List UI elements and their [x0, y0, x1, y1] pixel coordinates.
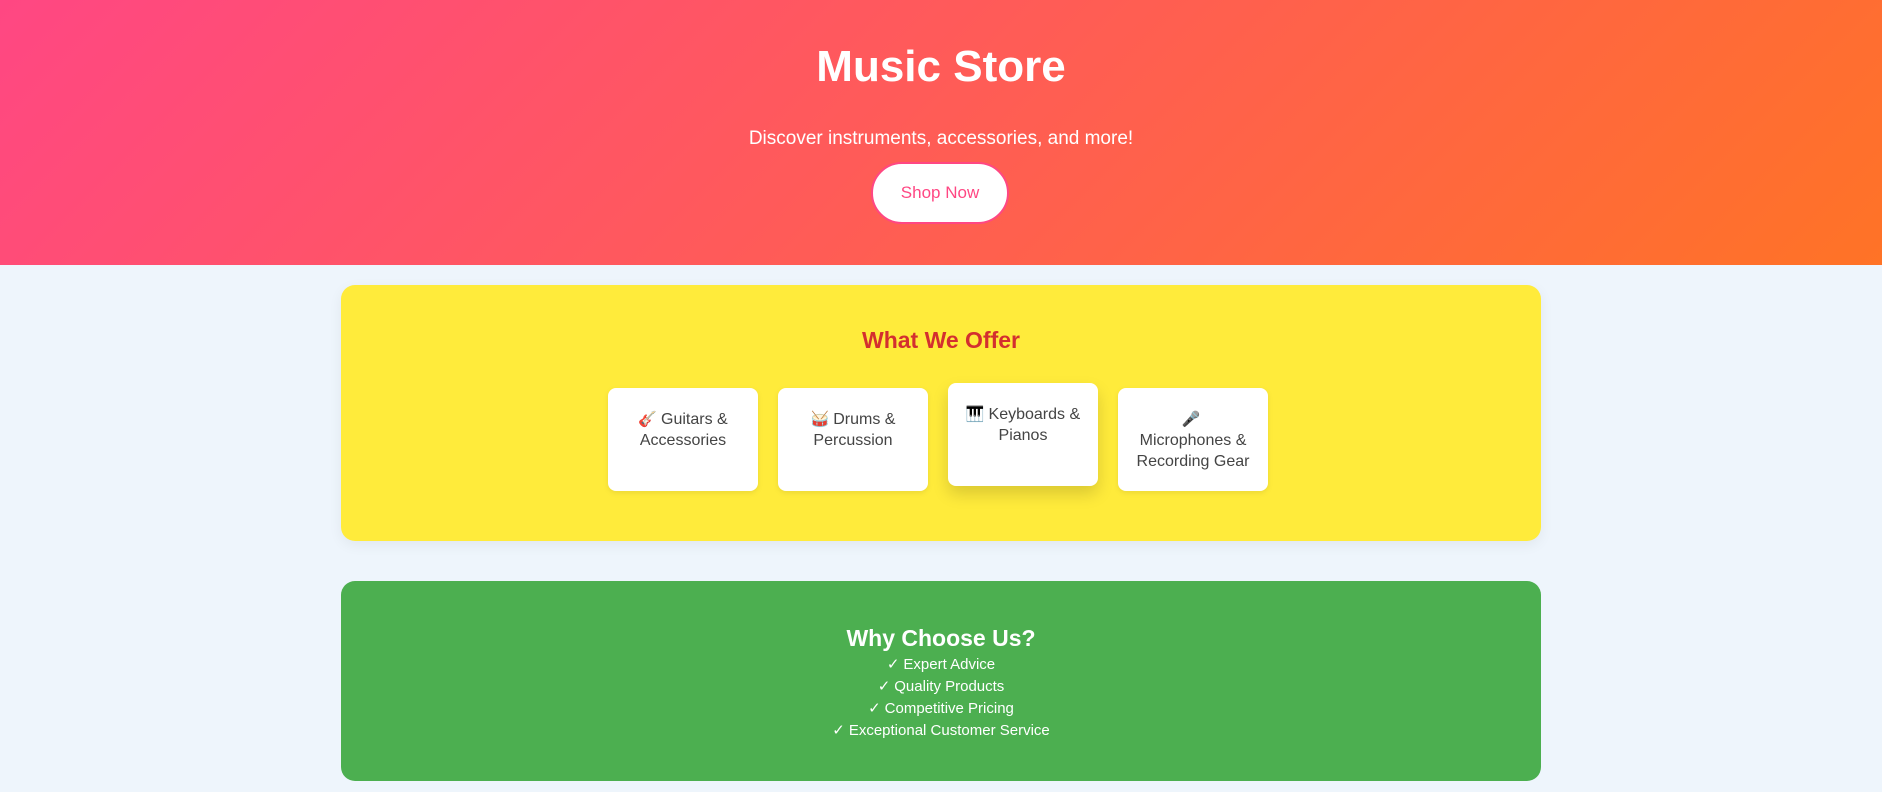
- guitar-icon: 🎸: [638, 411, 657, 428]
- benefits-list: ✓ Expert Advice ✓ Quality Products ✓ Compet…: [341, 654, 1541, 742]
- list-item: ✓ Expert Advice: [886, 656, 996, 673]
- list-item: ✓ Quality Products: [877, 678, 1005, 695]
- list-item: ✓ Exceptional Customer Service: [832, 722, 1050, 739]
- drum-icon: 🥁: [810, 411, 830, 428]
- hero-subtitle: Discover instruments, accessories, and m…: [748, 128, 1134, 149]
- checkmark-icon: ✓: [868, 700, 881, 717]
- offer-card-microphones[interactable]: 🎤 Microphones & Recording Gear: [1118, 388, 1268, 491]
- checkmark-icon: ✓: [886, 656, 900, 673]
- checkmark-icon: ✓: [877, 678, 891, 695]
- offer-card-keyboards[interactable]: 🎹 Keyboards & Pianos: [948, 383, 1098, 486]
- offer-card-guitars[interactable]: 🎸 Guitars & Accessories: [608, 388, 758, 491]
- why-section-title: Why Choose Us?: [846, 625, 1036, 651]
- shop-now-button[interactable]: Shop Now: [871, 162, 1009, 224]
- list-item: ✓ Competitive Pricing: [868, 700, 1014, 717]
- offer-card-label: Microphones & Recording Gear: [1136, 432, 1250, 470]
- page-title: Music Store: [816, 42, 1066, 91]
- offer-section-title: What We Offer: [861, 327, 1021, 353]
- what-we-offer-section: What We Offer 🎸 Guitars & Accessories 🥁 Dr…: [341, 285, 1541, 541]
- why-choose-us-section: Why Choose Us? ✓ Expert Advice ✓ Quality P…: [341, 581, 1541, 781]
- keyboard-icon: 🎹: [965, 406, 985, 423]
- microphone-icon: 🎤: [1181, 411, 1201, 428]
- offer-card-label: Keyboards & Pianos: [988, 406, 1081, 444]
- hero-banner: Music Store Discover instruments, access…: [0, 0, 1882, 265]
- checkmark-icon: ✓: [832, 722, 845, 739]
- offer-card-drums[interactable]: 🥁 Drums & Percussion: [778, 388, 928, 491]
